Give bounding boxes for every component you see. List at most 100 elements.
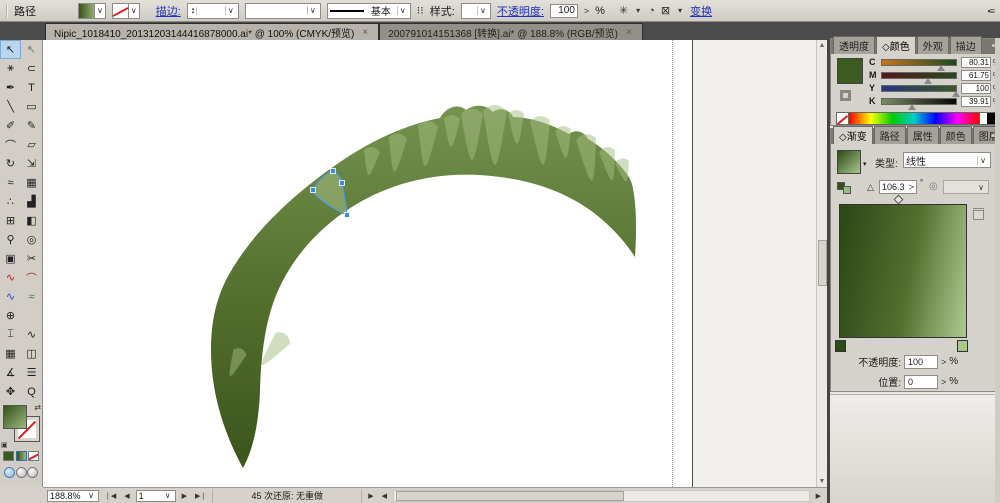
fullscreen-menu-mode-button[interactable] [16, 467, 27, 478]
anchor-point[interactable] [311, 188, 316, 193]
spinner-icon[interactable]: ▴▾ [190, 7, 198, 15]
reshape-tool[interactable]: ⌶ [0, 325, 21, 344]
width-profile-icon[interactable]: ⁝⁝ [417, 4, 424, 17]
live-paint-bucket-tool[interactable]: ▣ [0, 249, 21, 268]
canvas[interactable]: ▲ ▼ [43, 40, 827, 487]
channel-value-input[interactable]: 100 [961, 83, 991, 94]
style-combo[interactable]: ∨ [461, 3, 491, 19]
width-tool[interactable]: ∿ [0, 268, 21, 287]
fill-color-proxy[interactable] [837, 58, 863, 84]
channel-value-input[interactable]: 61.75 [961, 70, 991, 81]
blend-tool[interactable]: ◎ [21, 230, 42, 249]
measure-tool[interactable]: ∡ [0, 363, 21, 382]
stroke-weight-combo[interactable]: ▴▾ ∨ [187, 3, 239, 19]
artboard-number-combo[interactable]: 1 ∨ [136, 490, 176, 502]
color-tab-描边[interactable]: 描边 [950, 36, 982, 54]
scroll-down-icon[interactable]: ▼ [817, 476, 827, 487]
location-stepper[interactable]: > [941, 377, 946, 387]
first-artboard-button[interactable]: ❘◀ [103, 492, 118, 500]
channel-value-input[interactable]: 39.91 [961, 96, 991, 107]
gradient-opacity-input[interactable]: 100 [904, 355, 938, 369]
direct-selection-tool[interactable]: ↖ [21, 40, 42, 59]
close-icon[interactable]: × [624, 26, 634, 39]
smooth-tool[interactable]: ⌒ [0, 135, 21, 154]
pencil-tool[interactable]: ✎ [21, 116, 42, 135]
gradient-type-combo[interactable]: 线性 ∨ [903, 152, 991, 168]
gradient-stop-dark[interactable] [835, 340, 846, 352]
gradient-stop-light[interactable] [957, 340, 968, 352]
channel-slider[interactable] [881, 98, 957, 105]
last-artboard-button[interactable]: ▶❘ [193, 492, 208, 500]
gradient-mode-button[interactable] [16, 451, 27, 461]
wave-tool[interactable]: ≈ [21, 287, 42, 306]
line-style-combo[interactable]: 基本 ∨ [327, 3, 411, 19]
zoom-level-combo[interactable]: 188.8% ∨ [47, 490, 99, 502]
paintbrush-tool[interactable]: ✐ [0, 116, 21, 135]
close-icon[interactable]: × [360, 26, 370, 39]
white-swatch[interactable] [979, 113, 987, 124]
artwork-svg[interactable] [43, 40, 827, 487]
columns-tool[interactable]: ☰ [21, 363, 42, 382]
swap-fill-stroke-icon[interactable]: ⇄ [34, 403, 41, 412]
document-tab-1[interactable]: Nipic_1018410_20131203144416878000.ai* @… [45, 23, 379, 40]
warp-tool[interactable]: ≈ [0, 173, 21, 192]
black-swatch[interactable] [987, 113, 995, 124]
horizontal-scroll-thumb[interactable] [396, 491, 624, 501]
opacity-stepper[interactable]: > [941, 357, 946, 367]
control-bar-menu-icon[interactable]: ▪≡ [988, 6, 994, 16]
shaper-tool[interactable]: ⌒ [21, 268, 42, 287]
fullscreen-mode-button[interactable] [27, 467, 38, 478]
reverse-gradient-icon[interactable] [837, 182, 853, 195]
vertical-scrollbar[interactable]: ▲ ▼ [816, 40, 827, 487]
vertical-scroll-thumb[interactable] [818, 240, 827, 286]
chevron-down-icon[interactable]: ▾ [676, 6, 684, 15]
delete-stop-icon[interactable] [973, 208, 984, 220]
none-mode-button[interactable] [28, 451, 39, 461]
channel-slider[interactable] [881, 59, 957, 66]
align-options-icon[interactable]: ⊠ [661, 4, 670, 17]
anchor-point[interactable] [331, 169, 336, 174]
horizontal-scrollbar[interactable] [393, 490, 810, 502]
color-tab-透明度[interactable]: 透明度 [833, 36, 875, 54]
eyedropper-tool[interactable]: ⚲ [0, 230, 21, 249]
color-mode-button[interactable] [3, 451, 14, 461]
stroke-color-picker[interactable]: ∨ [112, 3, 140, 19]
normal-screen-mode-button[interactable] [4, 467, 15, 478]
color-spectrum-bar[interactable] [836, 112, 996, 125]
color-tab-外观[interactable]: 外观 [917, 36, 949, 54]
gradient-angle-combo[interactable]: 106.3 > [879, 180, 917, 194]
magic-wand-tool[interactable]: ⚹ [0, 59, 21, 78]
spectrum-ramp[interactable] [849, 113, 979, 124]
stroke-panel-link[interactable]: 描边: [156, 3, 181, 19]
fill-proxy[interactable] [3, 405, 27, 429]
shear-tool[interactable]: ◫ [21, 344, 42, 363]
channel-value-input[interactable]: 80.31 [961, 57, 991, 68]
chevron-down-icon[interactable]: ▾ [634, 6, 642, 15]
stroke-color-proxy[interactable] [840, 90, 851, 101]
slice-tool[interactable]: ✂ [21, 249, 42, 268]
gradient-tab-属性[interactable]: 属性 [907, 126, 939, 144]
wrinkle-tool[interactable]: ∿ [21, 325, 42, 344]
angle-stepper[interactable]: > [909, 182, 914, 192]
column-graph-tool[interactable]: ▟ [21, 192, 42, 211]
eraser-tool[interactable]: ▱ [21, 135, 42, 154]
transform-link[interactable]: 变换 [690, 3, 712, 19]
prev-artboard-button[interactable]: ◀ [122, 492, 131, 500]
gradient-swatch[interactable] [837, 150, 861, 174]
line-segment-tool[interactable]: ╲ [0, 97, 21, 116]
opacity-input[interactable]: 100 [550, 4, 578, 18]
rotate-tool[interactable]: ↻ [0, 154, 21, 173]
zoom-tool[interactable]: Q [21, 382, 42, 401]
channel-slider[interactable] [881, 85, 957, 92]
hscroll-right-icon[interactable]: ▶ [814, 492, 823, 500]
gradient-tab-颜色[interactable]: 颜色 [940, 126, 972, 144]
free-transform-tool[interactable]: ▦ [21, 173, 42, 192]
next-artboard-button[interactable]: ▶ [180, 492, 189, 500]
scale-tool[interactable]: ⇲ [21, 154, 42, 173]
channel-slider[interactable] [881, 72, 957, 79]
type-tool[interactable]: T [21, 78, 42, 97]
gradient-preset-dd-icon[interactable]: ▾ [863, 160, 867, 168]
gradient-midpoint-marker[interactable] [894, 195, 904, 205]
grid-tool[interactable]: ▦ [0, 344, 21, 363]
symbol-sprayer-tool[interactable]: ∴ [0, 192, 21, 211]
